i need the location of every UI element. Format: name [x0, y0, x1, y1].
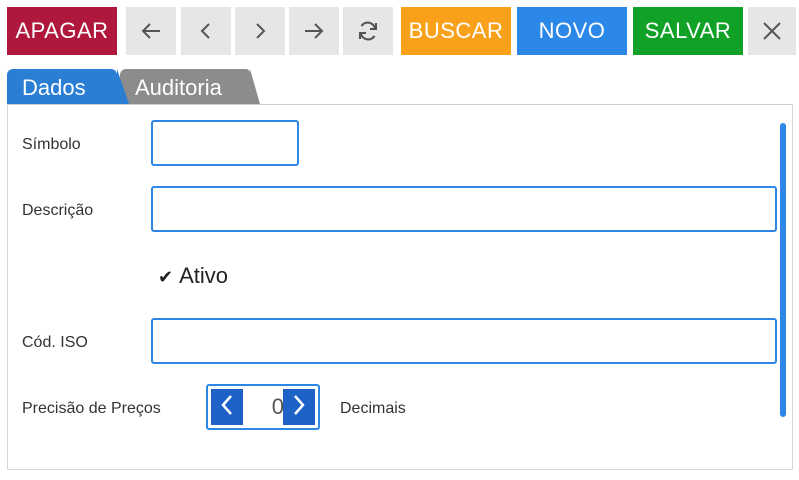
tab-label: Dados	[22, 75, 86, 100]
first-record-button[interactable]	[126, 7, 176, 55]
tab-bar: Dados Auditoria	[0, 64, 799, 104]
chevron-left-icon	[219, 393, 235, 422]
tab-dados[interactable]: Dados	[7, 69, 129, 104]
decimais-label: Decimais	[340, 400, 406, 417]
last-record-button[interactable]	[289, 7, 339, 55]
previous-record-button[interactable]	[181, 7, 231, 55]
decrement-button[interactable]	[211, 389, 243, 425]
salvar-button[interactable]: SALVAR	[633, 7, 743, 55]
checkmark-icon: ✔	[158, 267, 174, 287]
close-icon	[761, 20, 783, 42]
precisao-stepper[interactable]: 0	[206, 384, 320, 430]
precisao-label: Precisão de Preços	[22, 400, 161, 417]
apagar-button[interactable]: APAGAR	[7, 7, 117, 55]
simbolo-input[interactable]	[151, 120, 299, 166]
tab-label: Auditoria	[135, 75, 222, 100]
refresh-button[interactable]	[343, 7, 393, 55]
arrow-right-icon	[302, 19, 326, 43]
refresh-icon	[356, 19, 380, 43]
scrollbar-thumb[interactable]	[780, 123, 786, 417]
increment-button[interactable]	[283, 389, 315, 425]
ativo-label: Ativo	[179, 263, 229, 288]
next-record-button[interactable]	[235, 7, 285, 55]
tab-auditoria[interactable]: Auditoria	[120, 69, 260, 104]
chevron-left-icon	[194, 19, 218, 43]
precisao-value[interactable]: 0	[246, 386, 284, 428]
chevron-right-icon	[291, 393, 307, 422]
cod-iso-label: Cód. ISO	[22, 334, 88, 351]
close-button[interactable]	[748, 7, 796, 55]
cod-iso-input[interactable]	[151, 318, 777, 364]
ativo-checkbox[interactable]: ✔ Ativo	[158, 263, 228, 289]
descricao-input[interactable]	[151, 186, 777, 232]
buscar-button[interactable]: BUSCAR	[401, 7, 511, 55]
simbolo-label: Símbolo	[22, 136, 81, 153]
descricao-label: Descrição	[22, 202, 94, 219]
novo-button[interactable]: NOVO	[517, 7, 627, 55]
arrow-left-icon	[139, 19, 163, 43]
chevron-right-icon	[248, 19, 272, 43]
toolbar: APAGAR BUSCAR NOVO SALVAR	[0, 0, 799, 60]
